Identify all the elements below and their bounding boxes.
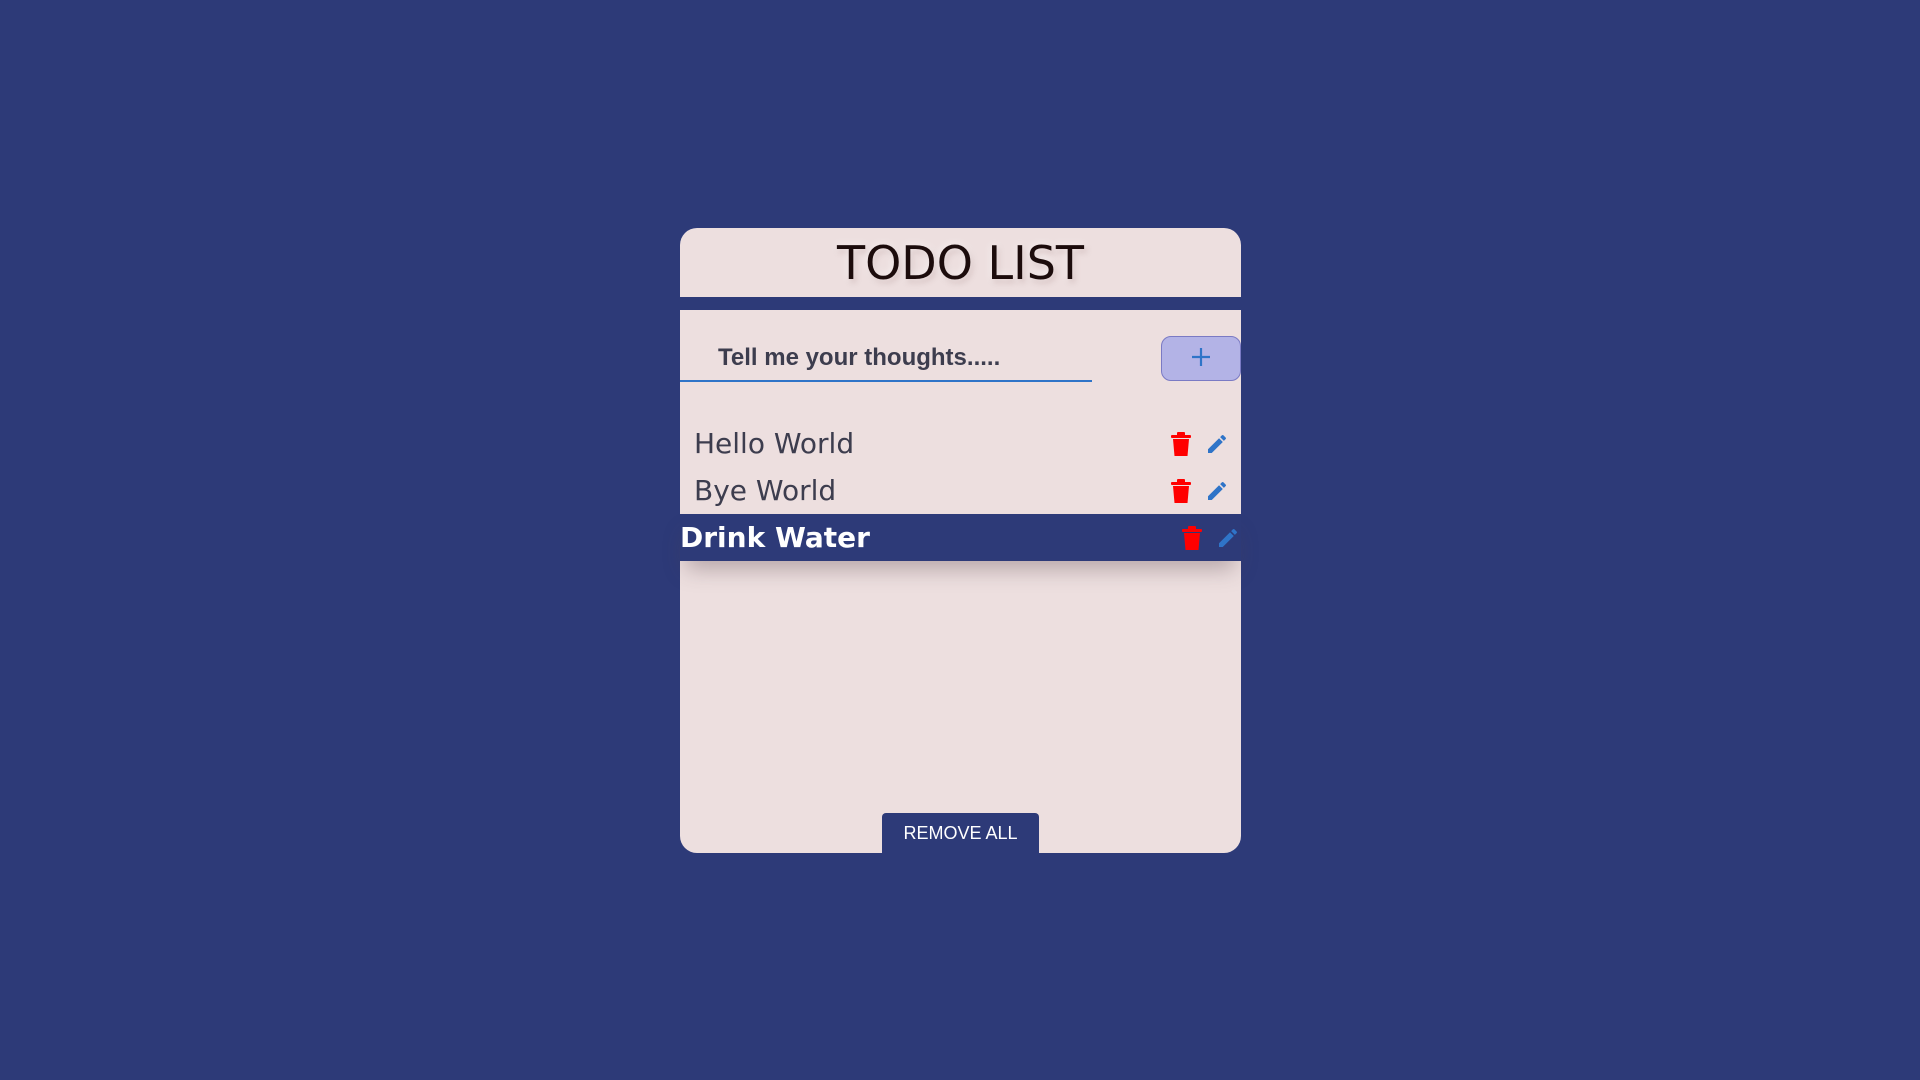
input-row: [680, 336, 1241, 382]
todo-card: Hello World Bye World: [680, 310, 1241, 853]
todo-label: Bye World: [694, 474, 837, 507]
todo-app: TODO LIST Hello World: [680, 228, 1241, 853]
todo-label: Drink Water: [680, 521, 870, 554]
thought-input[interactable]: [680, 336, 1092, 382]
add-button[interactable]: [1161, 336, 1241, 381]
list-item[interactable]: Bye World: [680, 467, 1241, 514]
todo-list: Hello World Bye World Drink Water: [680, 420, 1241, 561]
remove-all-button[interactable]: REMOVE ALL: [882, 813, 1039, 853]
trash-icon[interactable]: [1182, 525, 1202, 550]
list-item-selected[interactable]: Drink Water: [680, 514, 1241, 561]
pencil-icon[interactable]: [1205, 479, 1229, 503]
plus-icon: [1190, 346, 1212, 372]
pencil-icon[interactable]: [1205, 432, 1229, 456]
trash-icon[interactable]: [1171, 478, 1191, 503]
page-title: TODO LIST: [836, 235, 1085, 290]
pencil-icon[interactable]: [1216, 526, 1240, 550]
trash-icon[interactable]: [1171, 431, 1191, 456]
header: TODO LIST: [680, 228, 1241, 297]
todo-label: Hello World: [694, 427, 855, 460]
list-item[interactable]: Hello World: [680, 420, 1241, 467]
